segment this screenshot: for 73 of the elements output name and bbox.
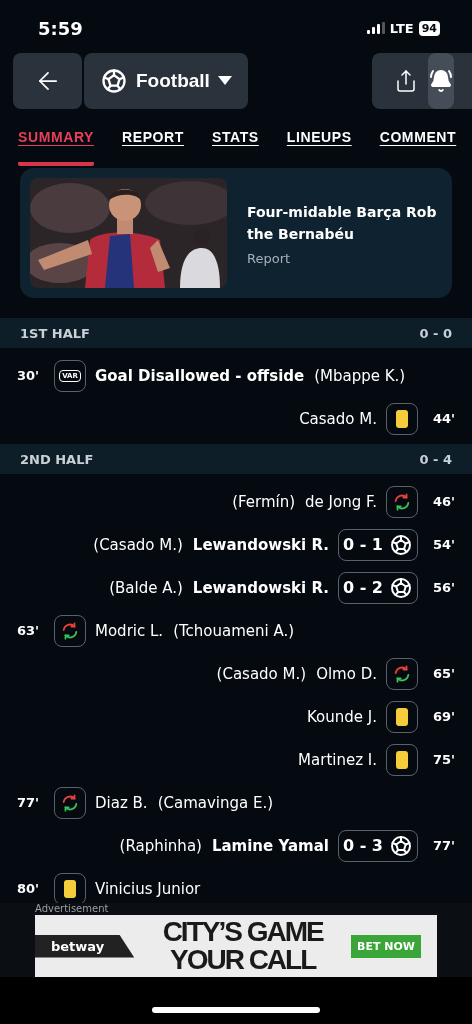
ad-banner[interactable]: betway CITY’S GAME YOUR CALL BET NOW bbox=[35, 915, 437, 977]
event-minute: 46' bbox=[431, 494, 455, 509]
article-title: Four-midable Barça Rob the Bernabéu bbox=[247, 202, 438, 244]
football-icon bbox=[389, 833, 413, 858]
event-minute: 77' bbox=[17, 795, 41, 810]
substitution-icon bbox=[61, 793, 79, 812]
ad-brand: betway bbox=[35, 934, 135, 958]
booking-card-icon bbox=[386, 402, 418, 435]
period-score: 0 - 0 bbox=[419, 325, 452, 341]
event-minute: 69' bbox=[431, 709, 455, 724]
event-minute: 80' bbox=[17, 881, 41, 896]
article-type: Report bbox=[247, 250, 292, 266]
goal-score-badge: 0 - 2 bbox=[337, 571, 418, 604]
player-name: Lewandowski R. bbox=[192, 578, 329, 597]
player-name: Olmo D. bbox=[316, 664, 377, 683]
event-description: Goal Disallowed - offside bbox=[95, 366, 305, 385]
related-player: (Balde A.) bbox=[109, 578, 183, 597]
player-name: Diaz B. bbox=[95, 793, 148, 812]
back-button[interactable] bbox=[13, 53, 82, 109]
notification-button[interactable] bbox=[428, 53, 454, 109]
period-label: 2ND HALF bbox=[20, 451, 94, 467]
booking-card-icon bbox=[386, 743, 418, 776]
event-minute: 30' bbox=[17, 368, 41, 383]
share-button[interactable] bbox=[394, 69, 418, 93]
player-name: Kounde J. bbox=[307, 707, 377, 726]
player-name: Lamine Yamal bbox=[211, 836, 329, 855]
related-player: (Casado M.) bbox=[93, 535, 183, 554]
bell-icon bbox=[429, 69, 453, 93]
related-player: (Camavinga E.) bbox=[157, 793, 274, 812]
related-player: (Fermín) bbox=[232, 492, 296, 511]
status-time: 5:59 bbox=[38, 17, 83, 39]
event-minute: 44' bbox=[431, 411, 455, 426]
related-player: (Mbappe K.) bbox=[314, 366, 406, 385]
goal-score-badge: 0 - 3 bbox=[337, 829, 418, 862]
player-name: Modric L. bbox=[95, 621, 164, 640]
player-name: Lewandowski R. bbox=[192, 535, 329, 554]
sport-dropdown[interactable]: Football bbox=[84, 53, 248, 109]
substitution-icon bbox=[393, 492, 411, 511]
ad-headline: CITY’S GAME bbox=[162, 918, 323, 946]
event-minute: 75' bbox=[431, 752, 455, 767]
event-minute: 63' bbox=[17, 623, 41, 638]
network-type: LTE bbox=[389, 20, 414, 36]
substitution-icon bbox=[393, 664, 411, 683]
player-name: Vinicius Junior bbox=[95, 879, 201, 898]
related-player: (Tchouameni A.) bbox=[173, 621, 295, 640]
football-icon bbox=[389, 575, 413, 600]
player-name: Martinez I. bbox=[298, 750, 377, 769]
related-player: (Casado M.) bbox=[216, 664, 307, 683]
event-minute: 65' bbox=[431, 666, 455, 681]
share-icon bbox=[394, 69, 418, 93]
advertisement-label: Advertisement bbox=[35, 903, 110, 915]
related-player: (Raphinha) bbox=[119, 836, 202, 855]
battery-level: 94 bbox=[418, 20, 440, 36]
event-minute: 77' bbox=[431, 838, 455, 853]
booking-card-icon bbox=[386, 700, 418, 733]
ad-headline: YOUR CALL bbox=[169, 946, 316, 974]
tab[interactable]: LINEUPS bbox=[286, 112, 352, 166]
football-icon bbox=[389, 532, 413, 557]
tab[interactable]: COMMENT bbox=[379, 112, 457, 166]
player-name: de Jong F. bbox=[305, 492, 377, 511]
article-card[interactable]: Four-midable Barça Rob the Bernabéu Report bbox=[20, 168, 452, 298]
signal-icon bbox=[366, 22, 385, 34]
goal-score-badge: 0 - 1 bbox=[337, 528, 418, 561]
player-name: Casado M. bbox=[299, 409, 377, 428]
event-minute: 56' bbox=[431, 580, 455, 595]
period-label: 1ST HALF bbox=[20, 325, 90, 341]
football-icon bbox=[100, 67, 128, 95]
tab[interactable]: STATS bbox=[211, 112, 259, 166]
caret-icon bbox=[217, 76, 232, 86]
period-score: 0 - 4 bbox=[419, 451, 452, 467]
event-minute: 54' bbox=[431, 537, 455, 552]
tab[interactable]: REPORT bbox=[122, 112, 184, 166]
substitution-icon bbox=[61, 621, 79, 640]
